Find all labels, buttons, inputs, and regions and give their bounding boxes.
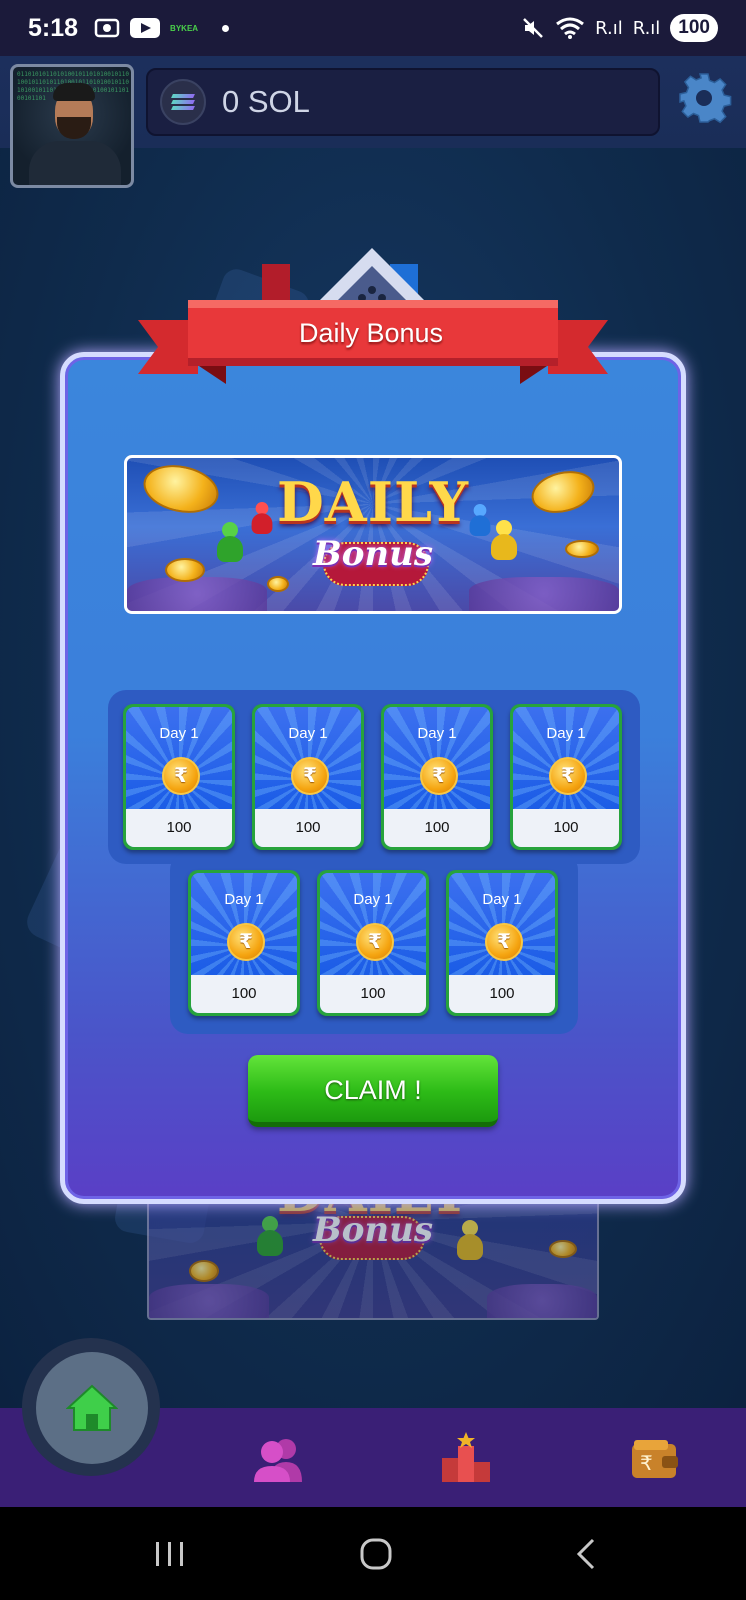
status-notifications: BYKEA [94,17,230,39]
reward-amount: 100 [255,809,361,847]
claim-button[interactable]: CLAIM ! [248,1055,498,1127]
reward-amount: 100 [449,975,555,1013]
reward-amount: 100 [320,975,426,1013]
home-circle-icon [360,1538,392,1569]
podium-icon[interactable] [442,1432,490,1482]
avatar-hair [53,83,95,101]
top-header: 0110101011010100101101010010110100101101… [0,56,746,188]
reward-day: Day 1 [417,725,457,742]
status-time: 5:18 [28,13,79,42]
status-bar: 5:18 BYKEA R.ıl R.ıl 100 [0,0,746,56]
balance-box[interactable]: 0 SOL [146,68,660,136]
reward-amount: 100 [191,975,297,1013]
wallet-icon[interactable]: ₹ [630,1438,680,1480]
youtube-icon [130,18,161,38]
rupee-coin-icon: ₹ [356,923,394,961]
signal-icon-1: R.ıl [595,17,623,39]
reward-card[interactable]: Day 1 ₹ 100 [446,870,558,1016]
coin-icon [267,576,289,592]
home-system-button[interactable] [336,1507,416,1600]
screen-record-icon [94,18,120,38]
reward-day: Day 1 [288,725,328,742]
reward-card[interactable]: Day 1 ₹ 100 [381,704,493,850]
coin-icon [189,1260,219,1282]
gear-icon[interactable] [676,70,732,126]
rupee-coin-icon: ₹ [549,757,587,795]
red-pawn-icon [251,502,273,534]
rupee-coin-icon: ₹ [227,923,265,961]
reward-day: Day 1 [482,891,522,908]
reward-day: Day 1 [224,891,264,908]
reward-day: Day 1 [159,725,199,742]
mute-icon [523,18,543,38]
banner-subtitle: Bonus [313,534,433,574]
rupee-coin-icon: ₹ [291,757,329,795]
reward-day: Day 1 [546,725,586,742]
balance-amount: 0 SOL [222,84,310,119]
back-arrow-icon [576,1538,595,1569]
background-banner-subtitle: Bonus [313,1210,433,1250]
banner-title: DAILY [276,470,470,534]
reward-card[interactable]: Day 1 ₹ 100 [252,704,364,850]
green-pawn-icon [257,1216,283,1256]
nav-home[interactable] [36,1352,148,1464]
yellow-pawn-icon [491,520,517,560]
reward-amount: 100 [126,809,232,847]
notification-dot [222,24,230,32]
reward-card[interactable]: Day 1 ₹ 100 [510,704,622,850]
rupee-coin-icon: ₹ [420,757,458,795]
users-icon[interactable] [252,1436,306,1482]
signal-icon-2: R.ıl [632,17,661,39]
blue-pawn-icon [469,504,491,536]
bykea-badge: BYKEA [170,23,199,33]
svg-text:₹: ₹ [640,1451,653,1475]
status-right: R.ıl R.ıl 100 [521,14,718,42]
recent-apps-icon [156,1541,183,1566]
avatar[interactable]: 0110101011010100101101010010110100101101… [10,64,134,188]
system-nav-bar [0,1507,746,1600]
recent-apps-button[interactable] [130,1507,210,1600]
yellow-pawn-icon [457,1220,483,1260]
daily-bonus-banner: DAILY Bonus [124,455,622,614]
wifi-icon [556,17,585,39]
reward-card[interactable]: Day 1 ₹ 100 [123,704,235,850]
reward-card[interactable]: Day 1 ₹ 100 [317,870,429,1016]
back-button[interactable] [546,1507,626,1600]
green-pawn-icon [217,522,243,562]
reward-day: Day 1 [353,891,393,908]
modal-title: Daily Bonus [298,318,444,348]
rupee-coin-icon: ₹ [485,923,523,961]
solana-icon [160,79,206,125]
avatar-beard [57,117,91,139]
avatar-body [29,141,121,185]
rupee-coin-icon: ₹ [162,757,200,795]
reward-card[interactable]: Day 1 ₹ 100 [188,870,300,1016]
battery-indicator: 100 [670,14,718,42]
home-icon [66,1384,118,1431]
reward-amount: 100 [513,809,619,847]
reward-amount: 100 [384,809,490,847]
coin-icon [549,1240,577,1258]
